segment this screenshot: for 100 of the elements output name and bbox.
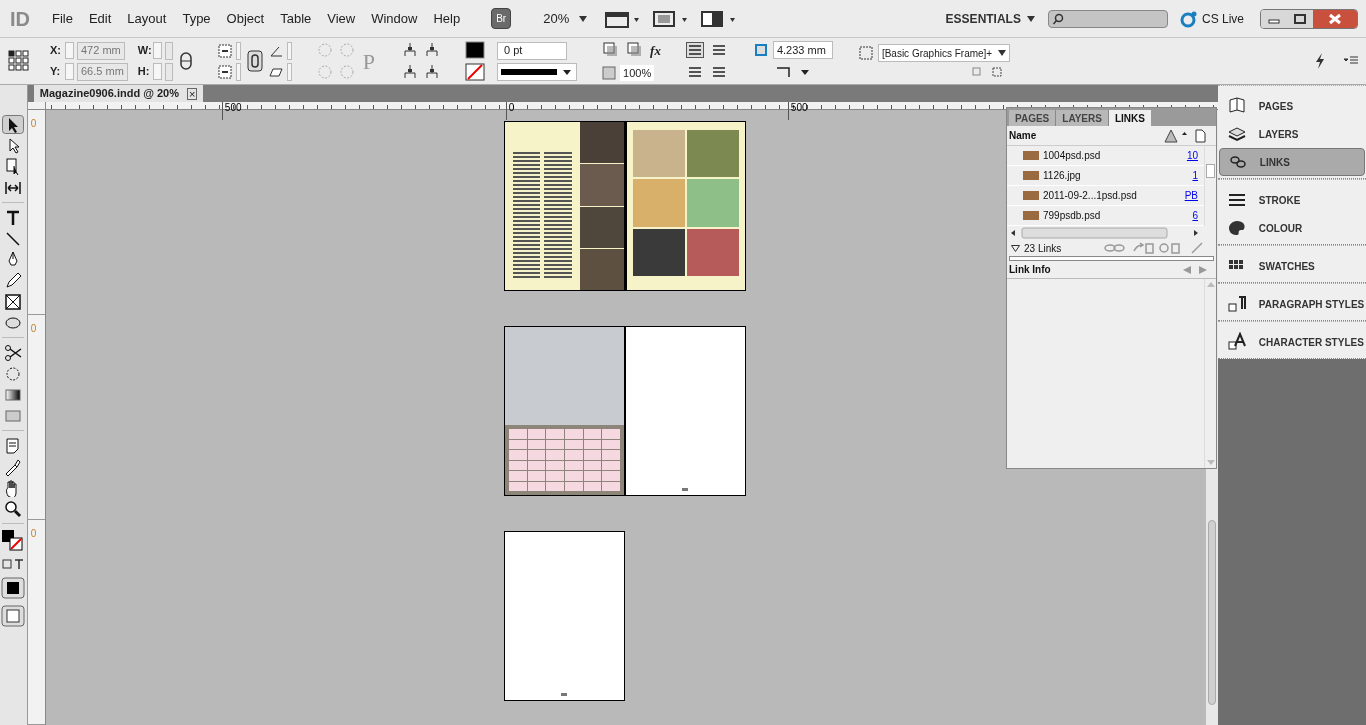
corner-options-icon[interactable] (752, 42, 769, 58)
dock-item[interactable]: LAYERS (1218, 120, 1365, 148)
menu-item[interactable]: Type (174, 6, 219, 31)
scrollbar-thumb[interactable] (1206, 164, 1215, 178)
selection-tool-icon[interactable] (2, 115, 25, 134)
width-field[interactable] (164, 41, 173, 60)
scale-x-icon[interactable] (217, 43, 232, 58)
stroke-weight-field[interactable]: 0 pt (497, 41, 568, 60)
stroke-type-dropdown[interactable] (497, 62, 578, 81)
fill-swatch-icon[interactable] (465, 41, 486, 59)
ruler-label: 500 (787, 102, 808, 120)
opacity-icon (602, 65, 617, 80)
constrain-proportions-icon[interactable] (178, 52, 193, 70)
opacity-field[interactable]: 100% (620, 64, 655, 81)
panel-tab[interactable]: LINKS (1108, 110, 1151, 126)
status-column-icon[interactable] (1164, 128, 1188, 143)
ruler-label: 500 (221, 102, 242, 120)
lightning-icon[interactable] (1314, 52, 1326, 70)
ruler-label: 0 (505, 102, 515, 120)
panel-tab[interactable]: LAYERS (1056, 110, 1109, 126)
close-tab-button[interactable]: × (186, 87, 198, 100)
dock-item[interactable]: LINKS (1218, 148, 1365, 176)
menu-item[interactable]: File (44, 6, 81, 31)
workspace-switcher[interactable]: ESSENTIALS (939, 9, 1027, 28)
ruler-origin[interactable] (27, 102, 46, 110)
screen-mode-icon[interactable] (1, 605, 26, 627)
zoom-dropdown[interactable]: 20% (543, 8, 570, 29)
pages-icon (1226, 96, 1247, 116)
caret-icon[interactable] (1026, 15, 1035, 22)
scrollbar-thumb[interactable] (1207, 520, 1216, 705)
menu-item[interactable]: Edit (80, 6, 120, 31)
drop-shadow-icon[interactable] (602, 41, 619, 58)
fx-button[interactable]: fx (650, 41, 661, 61)
thumbnail-placeholder (1023, 191, 1039, 200)
text-wrap-none-icon[interactable] (685, 42, 704, 58)
maximize-icon[interactable] (1287, 9, 1313, 28)
thumbnail-placeholder (1023, 211, 1039, 220)
reference-point-icon[interactable] (8, 50, 30, 72)
menu-item[interactable]: Table (272, 6, 320, 31)
cs-live-link[interactable]: CS Live (1201, 9, 1244, 28)
field-label: X: (50, 43, 62, 59)
flip-indicator: P (361, 47, 377, 76)
dock-item[interactable]: CHARACTER STYLES (1218, 328, 1365, 356)
y-field[interactable]: 66.5 mm (77, 62, 128, 81)
links-count: 23 Links (1024, 241, 1062, 256)
stroke-swatch-icon[interactable] (465, 63, 486, 81)
photo-placeholder (686, 130, 739, 178)
panel-menu-icon[interactable] (1344, 56, 1358, 66)
formatting-affects-icon[interactable] (1, 557, 26, 571)
scale-y-icon[interactable] (217, 64, 232, 79)
link-name[interactable]: 2011-09-2...1psd.psd (1043, 188, 1185, 203)
x-field[interactable]: 472 mm (77, 41, 125, 60)
page-link[interactable]: 6 (1192, 208, 1198, 223)
close-icon[interactable] (1313, 9, 1357, 28)
menu-item[interactable]: Object (218, 6, 273, 31)
page-link[interactable]: 10 (1186, 148, 1198, 163)
select-previous-icon[interactable] (424, 42, 441, 58)
menu-item[interactable]: Help (425, 6, 469, 31)
ruler-label: 0 (30, 527, 38, 541)
caret-icon[interactable] (579, 15, 588, 22)
search-field[interactable] (1047, 9, 1168, 28)
field-label: W: (137, 43, 150, 59)
normal-view-icon[interactable] (1, 577, 26, 599)
character-styles-icon (1226, 332, 1247, 352)
select-container-icon[interactable] (402, 42, 419, 58)
dock-item[interactable]: SWATCHES (1218, 252, 1365, 280)
ruler-label: 0 (30, 322, 38, 336)
cs-live-icon[interactable] (1179, 9, 1198, 28)
object-style-icon[interactable] (857, 45, 874, 61)
effects-icon[interactable] (626, 41, 643, 58)
page-link[interactable]: 1 (1192, 168, 1198, 183)
photo-placeholder (579, 122, 624, 164)
link-name[interactable]: 1126.jpg (1043, 168, 1193, 183)
palette-icon (1226, 218, 1247, 238)
menu-item[interactable]: View (319, 6, 364, 31)
photo-placeholder (632, 130, 685, 178)
panel-tab[interactable]: PAGES (1009, 110, 1057, 126)
disclosure-triangle-icon[interactable] (1011, 244, 1020, 252)
dock-item[interactable]: PAGES (1218, 92, 1365, 120)
dock-item[interactable]: STROKE (1218, 186, 1365, 214)
height-field[interactable] (164, 62, 173, 81)
select-content-icon[interactable] (402, 64, 419, 80)
corner-size-field[interactable]: 4.233 mm (772, 41, 833, 59)
bridge-button[interactable]: Br (491, 8, 512, 29)
dock-item[interactable]: PARAGRAPH STYLES (1218, 290, 1365, 318)
menu-item[interactable]: Layout (119, 6, 175, 31)
search-icon (1051, 12, 1064, 25)
link-name[interactable]: 799psdb.psd (1043, 208, 1193, 223)
object-style-dropdown[interactable]: [Basic Graphics Frame]+ (877, 44, 1010, 62)
select-next-icon[interactable] (424, 64, 441, 80)
photo-placeholder (579, 206, 624, 248)
link-name[interactable]: 1004psd.psd (1043, 148, 1187, 163)
page-number-marker (682, 488, 689, 491)
page-number-marker (561, 693, 568, 696)
menu-item[interactable]: Window (363, 6, 426, 31)
page-link[interactable]: PB (1184, 188, 1198, 203)
dock-item[interactable]: COLOUR (1218, 214, 1365, 242)
link-icon[interactable] (246, 50, 263, 72)
caret-icon[interactable] (997, 50, 1006, 56)
document-tab[interactable]: Magazine0906.indd @ 20% × (33, 85, 204, 102)
